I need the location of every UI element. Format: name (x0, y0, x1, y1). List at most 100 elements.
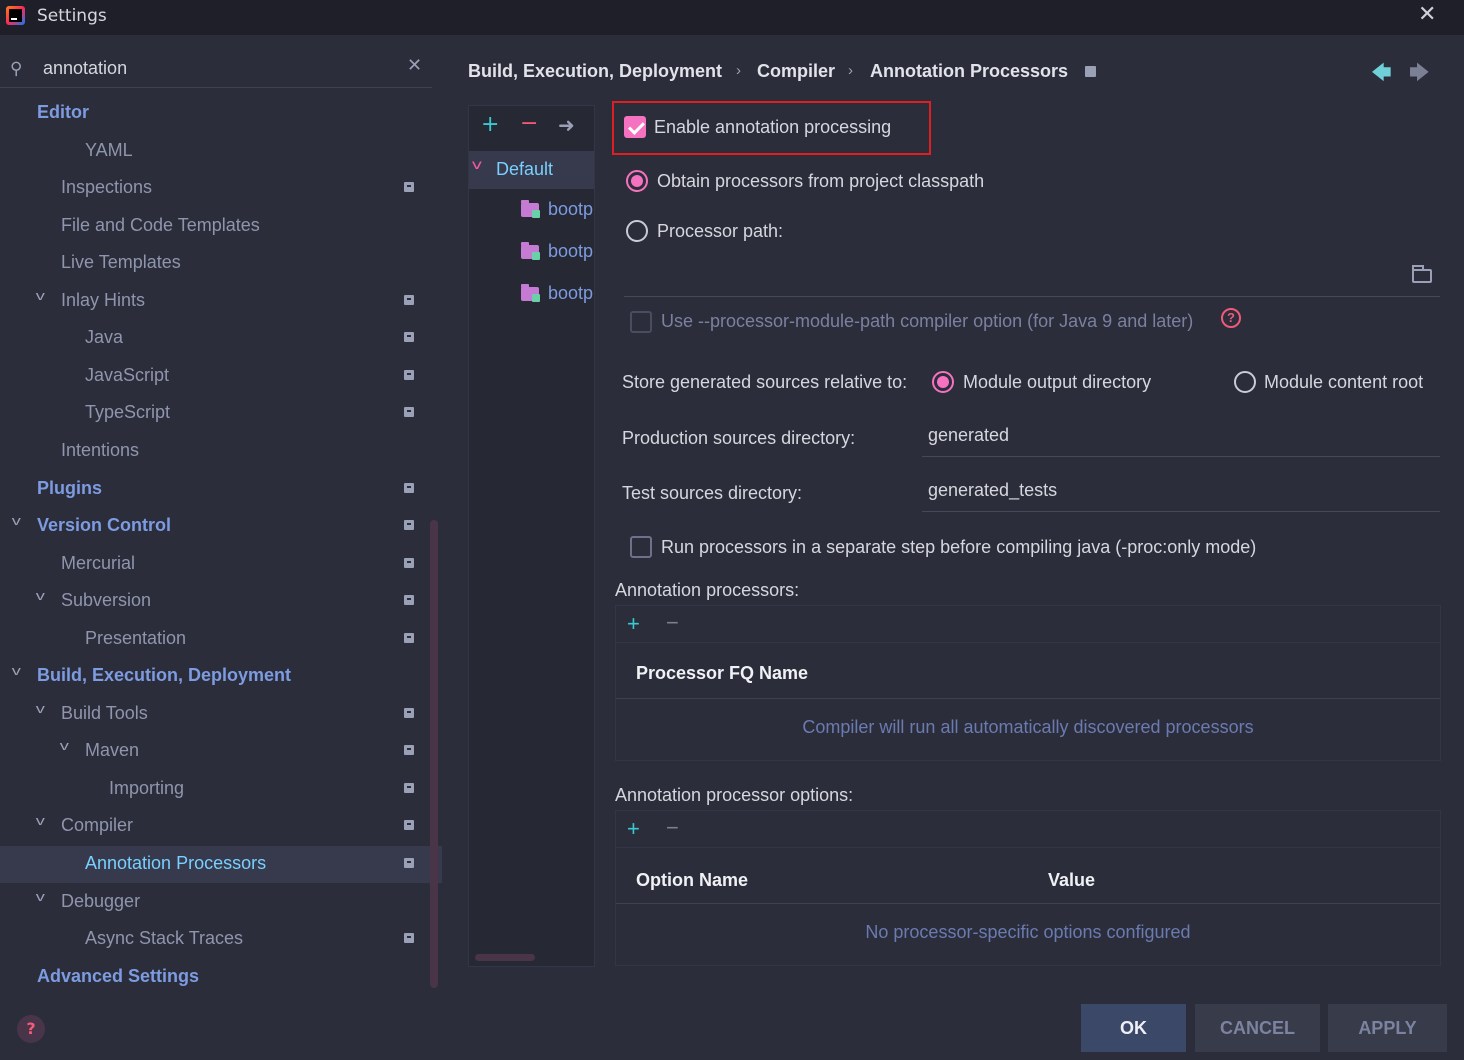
sidebar-item-advanced-settings[interactable]: Advanced Settings (0, 959, 442, 996)
annotation-processors-table: + − Processor FQ Name Compiler will run … (615, 605, 1441, 761)
sidebar-item-subversion[interactable]: v Subversion (0, 583, 442, 620)
sidebar-item-file-and-code-templates[interactable]: File and Code Templates (0, 208, 442, 245)
sidebar-item-yaml[interactable]: YAML (0, 133, 442, 170)
apply-button[interactable]: APPLY (1328, 1004, 1447, 1052)
sidebar-item-presentation[interactable]: Presentation (0, 621, 442, 658)
processor-options-table: + − Option Name Value No processor-speci… (615, 810, 1441, 966)
move-to-icon[interactable]: ➜ (558, 113, 575, 137)
back-arrow-icon[interactable]: 🡄 (1371, 58, 1392, 92)
sidebar-item-mercurial[interactable]: Mercurial (0, 546, 442, 583)
chevron-down-icon[interactable]: v (36, 701, 45, 716)
help-icon[interactable]: ? (1221, 308, 1241, 328)
search-icon[interactable]: ⚲ (10, 59, 22, 79)
clear-search-icon[interactable]: ✕ (407, 55, 422, 76)
ok-button[interactable]: OK (1081, 1004, 1186, 1052)
remove-processor-icon[interactable]: − (666, 610, 679, 636)
project-scope-icon (404, 558, 414, 568)
chevron-down-icon[interactable]: v (36, 588, 45, 603)
sidebar-item-version-control[interactable]: v Version Control (0, 508, 442, 545)
sidebar-scrollbar[interactable] (430, 520, 438, 988)
sidebar-item-maven[interactable]: v Maven (0, 733, 442, 770)
chevron-down-icon[interactable]: v (12, 513, 21, 528)
sidebar-item-typescript[interactable]: TypeScript (0, 395, 442, 432)
chevron-down-icon[interactable]: v (12, 663, 21, 678)
options-empty-text: No processor-specific options configured (865, 922, 1191, 942)
chevron-down-icon[interactable]: v (36, 889, 45, 904)
run-separate-step-checkbox[interactable] (630, 536, 652, 558)
forward-arrow-icon[interactable]: 🡆 (1409, 58, 1430, 92)
add-profile-icon[interactable]: + (481, 112, 499, 137)
production-dir-input[interactable]: generated (922, 419, 1440, 457)
sidebar-item-label: Debugger (61, 891, 141, 911)
sidebar-item-debugger[interactable]: v Debugger (0, 884, 442, 921)
breadcrumb-item-compiler: Compiler (757, 61, 836, 81)
processor-path-field[interactable] (624, 257, 1440, 297)
sidebar-item-label: Java (85, 327, 124, 347)
breadcrumb-item-annotation-processors: Annotation Processors (870, 61, 1069, 81)
module-output-radio[interactable] (932, 371, 954, 393)
processors-empty-text: Compiler will run all automatically disc… (802, 717, 1254, 737)
remove-option-icon[interactable]: − (666, 815, 679, 841)
help-icon[interactable]: ? (17, 1015, 45, 1043)
column-value[interactable]: Value (1048, 870, 1095, 891)
module-path-label: Use --processor-module-path compiler opt… (661, 311, 1194, 331)
module-output-label: Module output directory (963, 372, 1152, 392)
project-scope-icon (404, 332, 414, 342)
sidebar-item-editor[interactable]: Editor (0, 95, 442, 132)
sidebar-item-build-execution-deployment[interactable]: v Build, Execution, Deployment (0, 658, 442, 695)
sidebar-item-intentions[interactable]: Intentions (0, 433, 442, 470)
sidebar-item-live-templates[interactable]: Live Templates (0, 245, 442, 282)
project-scope-icon (404, 295, 414, 305)
sidebar-item-java[interactable]: Java (0, 320, 442, 357)
processors-toolbar: + − (616, 606, 1440, 643)
sidebar-item-async-stack-traces[interactable]: Async Stack Traces (0, 921, 442, 958)
profile-module[interactable]: bootp (521, 281, 594, 311)
project-scope-icon (404, 933, 414, 943)
test-dir-input[interactable]: generated_tests (922, 474, 1440, 512)
sidebar-item-label: File and Code Templates (61, 215, 260, 235)
column-option-name[interactable]: Option Name (636, 870, 748, 891)
obtain-from-classpath-radio[interactable] (626, 170, 648, 192)
chevron-down-icon[interactable]: v (36, 813, 45, 828)
profile-module[interactable]: bootp (521, 197, 594, 227)
processor-path-radio[interactable] (626, 220, 648, 242)
add-processor-icon[interactable]: + (627, 611, 640, 637)
sidebar-item-label: Build Tools (61, 703, 148, 723)
sidebar-item-compiler[interactable]: v Compiler (0, 808, 442, 845)
close-icon[interactable]: ✕ (1418, 2, 1436, 27)
module-folder-icon (521, 284, 540, 302)
processor-path-label: Processor path: (657, 221, 784, 241)
chevron-down-icon[interactable]: v (471, 158, 482, 173)
sidebar-item-annotation-processors[interactable]: Annotation Processors (0, 846, 442, 883)
settings-sidebar: ⚲ ✕ Editor YAML Inspections File and Code T… (0, 35, 442, 1060)
profile-default[interactable]: v Default (469, 151, 594, 189)
sidebar-item-importing[interactable]: Importing (0, 771, 442, 808)
search-input[interactable] (43, 56, 383, 80)
sidebar-item-plugins[interactable]: Plugins (0, 471, 442, 508)
sidebar-item-label: Build, Execution, Deployment (37, 665, 292, 685)
cancel-button[interactable]: CANCEL (1195, 1004, 1320, 1052)
module-content-root-radio[interactable] (1234, 371, 1256, 393)
browse-folder-icon[interactable] (1412, 265, 1432, 283)
sidebar-item-label: Annotation Processors (85, 853, 267, 873)
sidebar-item-inspections[interactable]: Inspections (0, 170, 442, 207)
sidebar-item-label: YAML (85, 140, 133, 160)
enable-annotation-processing-label: Enable annotation processing (654, 117, 892, 137)
sidebar-item-inlay-hints[interactable]: v Inlay Hints (0, 283, 442, 320)
profiles-scrollbar[interactable] (475, 954, 535, 961)
module-label: bootp (548, 199, 594, 219)
add-option-icon[interactable]: + (627, 816, 640, 842)
column-processor-fq-name[interactable]: Processor FQ Name (636, 663, 808, 684)
chevron-down-icon[interactable]: v (60, 738, 69, 753)
sidebar-item-javascript[interactable]: JavaScript (0, 358, 442, 395)
module-label: bootp (548, 283, 594, 303)
annotation-processors-title: Annotation processors: (615, 580, 800, 600)
enable-annotation-processing-checkbox[interactable] (624, 116, 646, 138)
module-path-checkbox[interactable] (630, 311, 652, 333)
profile-module[interactable]: bootp (521, 239, 594, 269)
chevron-down-icon[interactable]: v (36, 288, 45, 303)
intellij-app-icon (6, 6, 25, 25)
remove-profile-icon[interactable]: − (520, 111, 538, 136)
sidebar-item-build-tools[interactable]: v Build Tools (0, 696, 442, 733)
breadcrumb-separator: › (736, 62, 741, 79)
